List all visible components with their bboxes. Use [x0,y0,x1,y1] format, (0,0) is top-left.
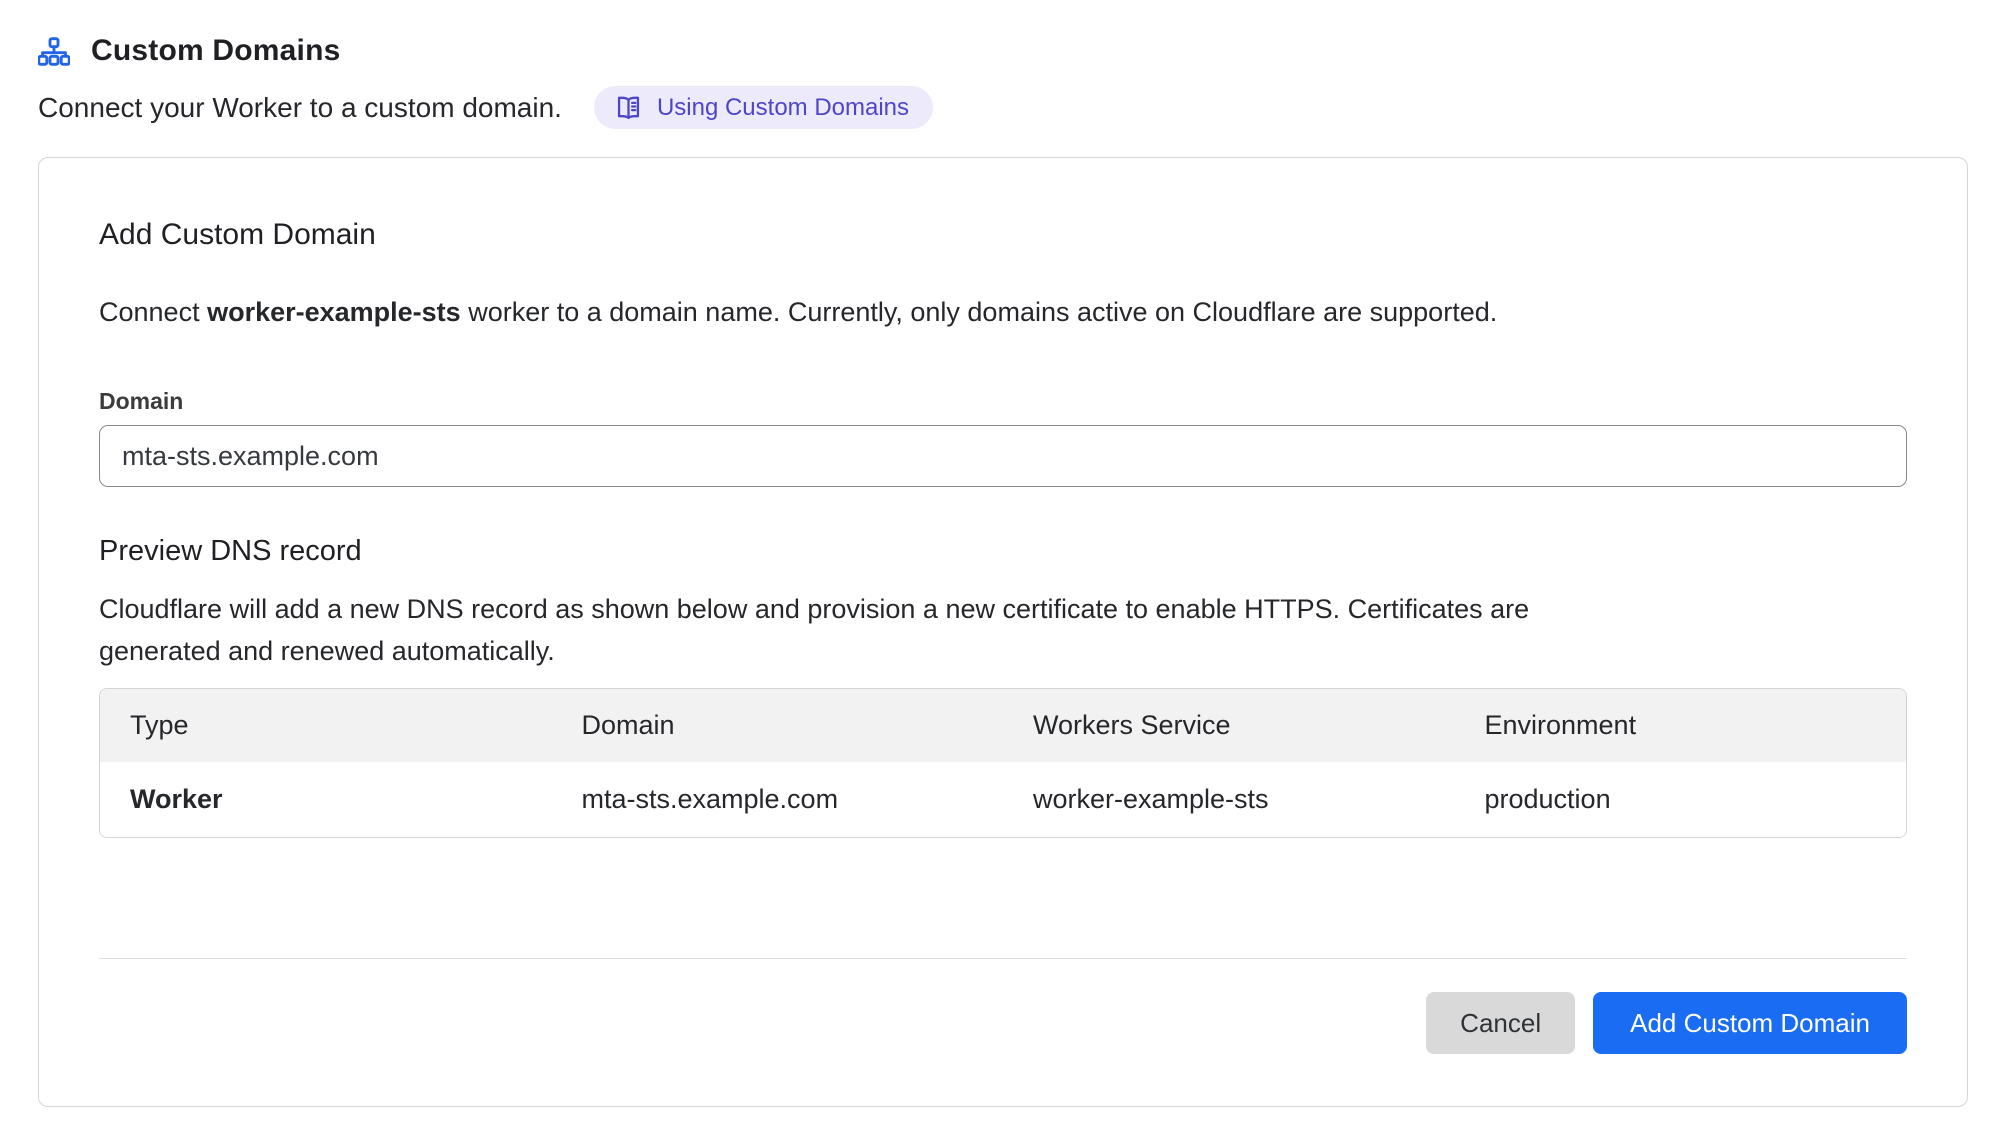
domain-field-label: Domain [99,388,1907,415]
column-header-workers-service: Workers Service [1003,689,1455,762]
page-header: Custom Domains [38,34,1968,68]
worker-name: worker-example-sts [207,297,461,327]
cancel-button[interactable]: Cancel [1426,992,1575,1054]
open-book-icon [614,93,643,122]
cell-environment: production [1455,762,1907,837]
dns-preview-table: Type Domain Workers Service Environment … [99,688,1907,838]
add-custom-domain-button[interactable]: Add Custom Domain [1593,992,1907,1054]
cell-workers-service: worker-example-sts [1003,762,1455,837]
column-header-domain: Domain [552,689,1004,762]
docs-link-label: Using Custom Domains [657,94,909,122]
custom-domains-page: Custom Domains Connect your Worker to a … [0,0,1999,1107]
cell-domain: mta-sts.example.com [552,762,1004,837]
preview-dns-heading: Preview DNS record [99,535,1907,568]
column-header-type: Type [100,689,552,762]
column-header-environment: Environment [1455,689,1907,762]
description-suffix: worker to a domain name. Currently, only… [461,297,1498,327]
panel-description: Connect worker-example-sts worker to a d… [99,292,1907,332]
table-row: Worker mta-sts.example.com worker-exampl… [100,762,1906,837]
panel-heading: Add Custom Domain [99,218,1907,252]
docs-link-badge[interactable]: Using Custom Domains [594,86,933,129]
sitemap-icon [38,37,70,66]
footer-divider [99,958,1907,959]
preview-dns-description: Cloudflare will add a new DNS record as … [99,588,1559,672]
footer-actions: Cancel Add Custom Domain [99,992,1907,1054]
add-custom-domain-panel: Add Custom Domain Connect worker-example… [38,157,1968,1107]
cell-type: Worker [100,762,552,837]
domain-input[interactable] [99,425,1907,487]
description-prefix: Connect [99,297,207,327]
page-subheader: Connect your Worker to a custom domain. … [38,86,1968,129]
page-title: Custom Domains [91,34,341,68]
table-header-row: Type Domain Workers Service Environment [100,689,1906,762]
page-subtitle: Connect your Worker to a custom domain. [38,92,562,124]
